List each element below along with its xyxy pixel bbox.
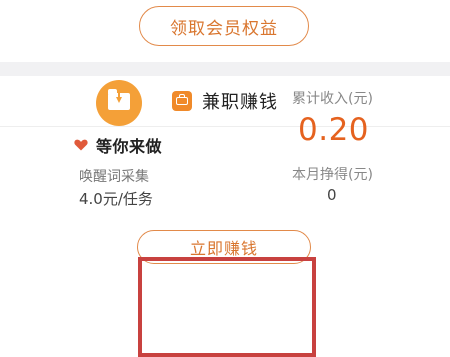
briefcase-icon [172, 91, 192, 111]
section-divider [0, 62, 450, 76]
folder-download-icon[interactable] [96, 80, 142, 126]
part-time-earn-section: 兼职赚钱 [0, 76, 450, 337]
task-name: 唤醒词采集 [79, 169, 149, 185]
task-title: 等你来做 [96, 137, 163, 156]
total-income-label: 累计收入(元) [292, 91, 373, 107]
heart-icon [74, 139, 88, 151]
month-earned-value: 0 [327, 186, 337, 204]
claim-member-benefits-button[interactable]: 领取会员权益 [139, 6, 309, 46]
section-header: 兼职赚钱 [0, 76, 450, 127]
section-title: 兼职赚钱 [202, 92, 278, 113]
top-area: 领取会员权益 [0, 0, 450, 62]
month-earned-label: 本月挣得(元) [292, 167, 373, 183]
earn-now-button[interactable]: 立即赚钱 [137, 230, 311, 264]
total-income-value: 0.20 [298, 112, 370, 148]
task-title-row: 等你来做 [74, 134, 162, 156]
task-price: 4.0元/任务 [79, 190, 153, 208]
